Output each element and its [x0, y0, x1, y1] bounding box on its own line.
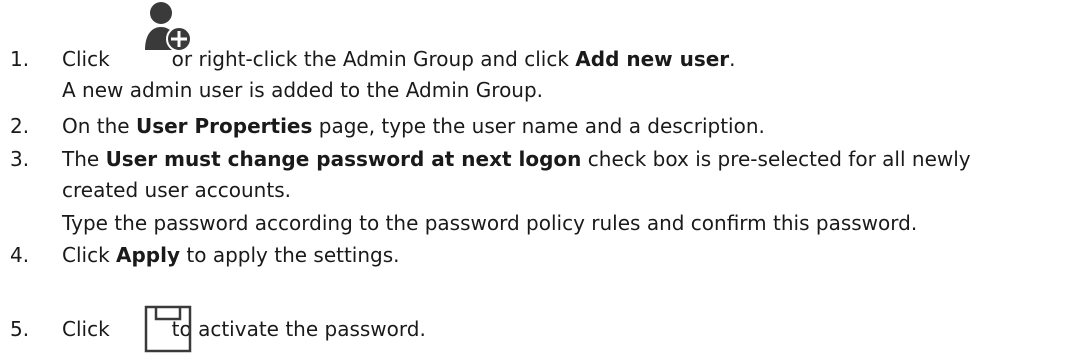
menu-item-add-new-user: Add new user	[575, 47, 730, 71]
step-3-line-3: Type the password according to the passw…	[62, 211, 918, 235]
step-number: 4.	[10, 243, 30, 267]
button-name-apply: Apply	[116, 243, 181, 267]
step-number: 2.	[10, 114, 30, 138]
checkbox-name-change-password: User must change password at next logon	[105, 147, 582, 171]
add-user-icon	[143, 0, 193, 52]
step-2-line-1: On the User Properties page, type the us…	[62, 114, 765, 138]
step-3-line-2: created user accounts.	[62, 178, 291, 202]
step-5-line-1: Click to activate the password.	[62, 317, 426, 341]
step-number: 3.	[10, 147, 30, 171]
page-name-user-properties: User Properties	[135, 114, 313, 138]
step-number: 1.	[10, 47, 30, 71]
step-number: 5.	[10, 317, 30, 341]
save-icon	[143, 304, 193, 354]
step-1-line-2: A new admin user is added to the Admin G…	[62, 78, 544, 102]
step-4-line-1: Click Apply to apply the settings.	[62, 243, 400, 267]
step-3-line-1: The User must change password at next lo…	[62, 147, 971, 171]
